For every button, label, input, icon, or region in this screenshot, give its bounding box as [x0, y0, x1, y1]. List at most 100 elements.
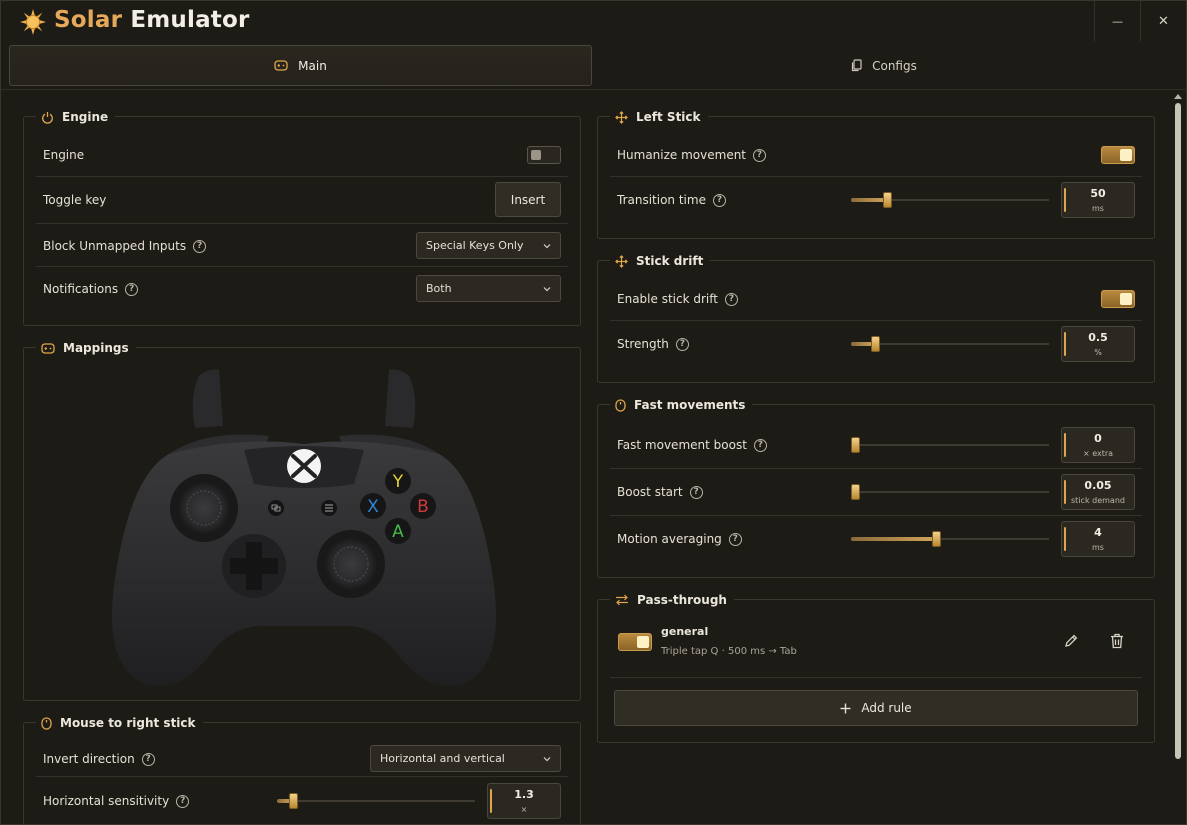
- transition-time-value-box[interactable]: 50 ms: [1061, 182, 1135, 218]
- help-icon[interactable]: ?: [675, 337, 689, 351]
- slider-thumb[interactable]: [288, 793, 298, 809]
- notifications-value: Both: [426, 282, 452, 295]
- boost-start-row: Boost start ? 0.05 stick demand: [598, 469, 1154, 515]
- scrollbar[interactable]: [1173, 91, 1183, 821]
- chevron-down-icon: [543, 756, 551, 761]
- strength-value-box[interactable]: 0.5 %: [1061, 326, 1135, 362]
- slider-fill: [851, 537, 937, 541]
- trash-icon[interactable]: [1110, 633, 1124, 649]
- motion-averaging-value: 4: [1094, 526, 1102, 539]
- help-icon[interactable]: ?: [193, 239, 207, 253]
- slider-thumb[interactable]: [850, 437, 860, 453]
- tab-main[interactable]: Main: [9, 45, 592, 86]
- help-icon[interactable]: ?: [141, 752, 155, 766]
- invert-direction-label-text: Invert direction: [43, 752, 135, 766]
- help-icon[interactable]: ?: [728, 532, 742, 546]
- copy-icon: [852, 59, 862, 72]
- strength-value: 0.5: [1088, 331, 1108, 344]
- horizontal-sensitivity-unit: ×: [520, 805, 528, 814]
- motion-averaging-row: Motion averaging ? 4 ms: [598, 516, 1154, 562]
- horizontal-sensitivity-value: 1.3: [514, 788, 534, 801]
- toggle-key-row: Toggle key Insert: [24, 177, 580, 223]
- help-icon[interactable]: ?: [689, 485, 703, 499]
- help-icon[interactable]: ?: [753, 148, 767, 162]
- horizontal-sensitivity-slider[interactable]: [277, 793, 475, 809]
- help-icon[interactable]: ?: [176, 794, 190, 808]
- humanize-toggle[interactable]: [1101, 146, 1135, 164]
- rule-general-toggle[interactable]: [618, 633, 652, 651]
- slider-track: [851, 343, 1049, 345]
- slider-thumb[interactable]: [932, 531, 942, 547]
- slider-fill: [851, 198, 887, 202]
- slider-track: [851, 491, 1049, 493]
- fast-boost-label: Fast movement boost ?: [617, 438, 767, 452]
- notifications-label-text: Notifications: [43, 282, 119, 296]
- gamepad-icon: [274, 60, 288, 71]
- engine-toggle[interactable]: [527, 146, 561, 164]
- invert-direction-label: Invert direction ?: [43, 752, 155, 766]
- tab-configs-label: Configs: [872, 58, 917, 73]
- invert-direction-value: Horizontal and vertical: [380, 752, 505, 765]
- window-controls: — ✕: [1094, 1, 1186, 41]
- engine-panel: Engine Engine Toggle key Insert Block Un…: [23, 108, 581, 326]
- a-button-label[interactable]: A: [392, 522, 404, 542]
- tab-configs[interactable]: Configs: [592, 45, 1175, 86]
- rule-general-name: general: [661, 625, 709, 638]
- app-title-emulator: Emulator: [122, 7, 250, 33]
- slider-thumb[interactable]: [870, 336, 880, 352]
- block-unmapped-row: Block Unmapped Inputs ? Special Keys Onl…: [24, 223, 580, 269]
- rule-general-description: Triple tap Q · 500 ms → Tab: [661, 646, 797, 657]
- transition-time-value: 50: [1090, 187, 1106, 200]
- toggle-knob: [1120, 149, 1132, 161]
- engine-label-text: Engine: [43, 148, 85, 162]
- app-title-solar: Solar: [54, 7, 123, 33]
- slider-thumb[interactable]: [882, 192, 892, 208]
- row-divider: [610, 677, 1142, 678]
- toggle-knob: [531, 150, 541, 160]
- b-button-label[interactable]: B: [417, 497, 429, 517]
- horizontal-sensitivity-value-box[interactable]: 1.3 ×: [487, 783, 561, 819]
- enable-drift-toggle[interactable]: [1101, 290, 1135, 308]
- mouse-icon: [41, 716, 52, 730]
- engine-label: Engine: [43, 148, 84, 162]
- transition-time-slider[interactable]: [851, 192, 1049, 208]
- fast-boost-label-text: Fast movement boost: [617, 438, 747, 452]
- pencil-icon[interactable]: [1063, 633, 1079, 649]
- close-button[interactable]: ✕: [1140, 1, 1186, 41]
- motion-averaging-value-box[interactable]: 4 ms: [1061, 521, 1135, 557]
- boost-start-slider[interactable]: [850, 484, 1049, 500]
- block-unmapped-select[interactable]: Special Keys Only: [416, 232, 561, 259]
- add-rule-button[interactable]: Add rule: [614, 690, 1138, 726]
- block-unmapped-value: Special Keys Only: [426, 239, 524, 252]
- help-icon[interactable]: ?: [724, 292, 738, 306]
- scroll-up-icon[interactable]: [1174, 93, 1182, 99]
- fast-boost-slider[interactable]: [850, 437, 1049, 453]
- y-button-label[interactable]: Y: [392, 472, 404, 492]
- toggle-key-button[interactable]: Insert: [495, 182, 561, 217]
- slider-thumb[interactable]: [850, 484, 860, 500]
- fast-boost-value-box[interactable]: 0 × extra: [1061, 427, 1135, 463]
- invert-direction-select[interactable]: Horizontal and vertical: [370, 745, 561, 772]
- help-icon[interactable]: ?: [712, 193, 726, 207]
- mappings-panel-title: Mappings: [63, 341, 129, 355]
- notifications-row: Notifications ? Both: [24, 266, 580, 312]
- stick-drift-panel-header: Stick drift: [610, 252, 711, 270]
- boost-start-value-box[interactable]: 0.05 stick demand: [1061, 474, 1135, 510]
- notifications-select[interactable]: Both: [416, 275, 561, 302]
- boost-start-label-text: Boost start: [617, 485, 683, 499]
- minimize-icon: —: [1112, 14, 1123, 28]
- strength-unit: %: [1094, 348, 1102, 357]
- swap-arrows-icon: [616, 594, 628, 606]
- fast-movements-panel-title: Fast movements: [634, 398, 746, 412]
- help-icon[interactable]: ?: [125, 282, 139, 296]
- help-icon[interactable]: ?: [753, 438, 767, 452]
- humanize-row: Humanize movement ?: [598, 132, 1154, 178]
- strength-slider[interactable]: [851, 336, 1049, 352]
- fast-movements-panel: Fast movements Fast movement boost ? 0 ×…: [597, 396, 1155, 578]
- motion-averaging-slider[interactable]: [851, 531, 1049, 547]
- mouse-icon: [615, 398, 626, 412]
- pass-through-panel-title: Pass-through: [637, 593, 727, 607]
- minimize-button[interactable]: —: [1094, 1, 1140, 41]
- x-button-label[interactable]: X: [367, 497, 379, 517]
- scrollbar-thumb[interactable]: [1175, 103, 1181, 759]
